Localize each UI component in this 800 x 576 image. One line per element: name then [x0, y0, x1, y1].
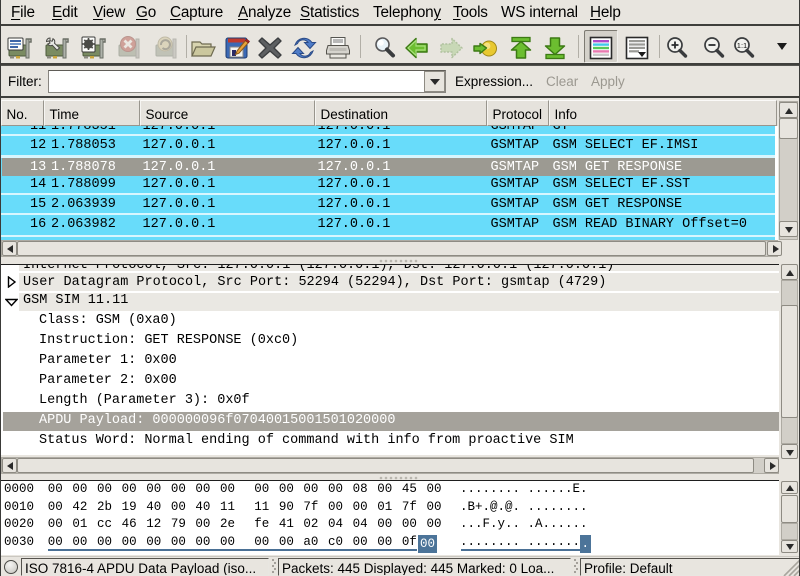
svg-text:1:1: 1:1 — [737, 41, 747, 50]
